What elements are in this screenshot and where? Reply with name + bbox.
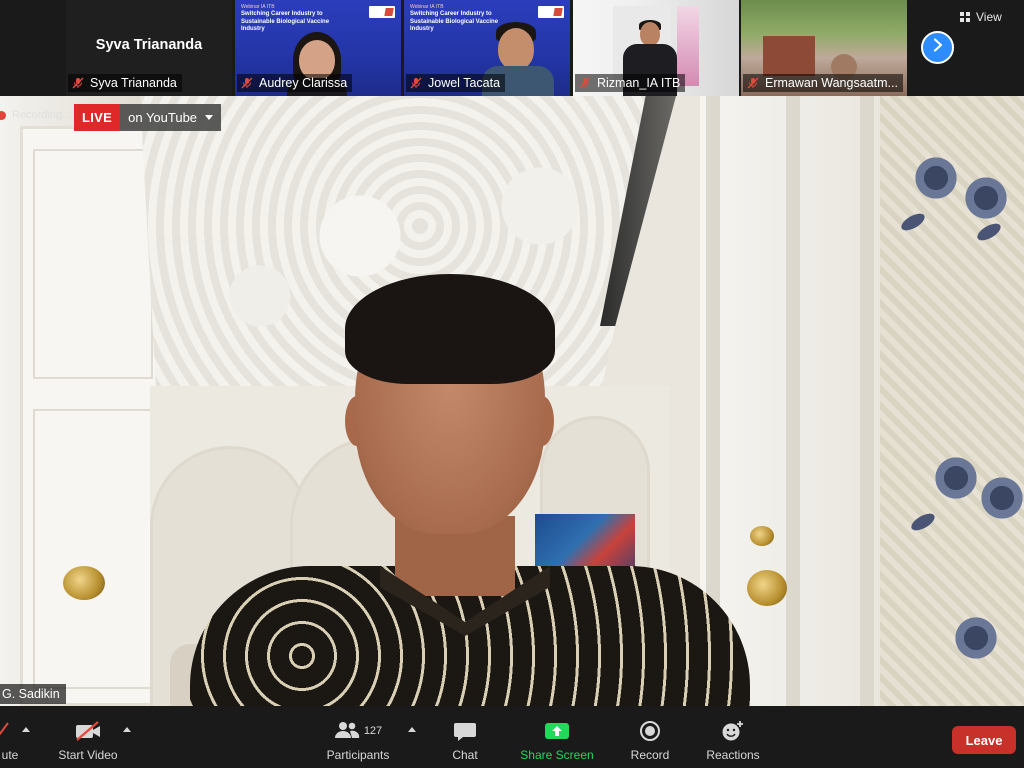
slide-header-text: Webinar IA ITB (410, 4, 444, 10)
mic-muted-icon (0, 720, 20, 742)
mute-label: ute (1, 748, 19, 762)
smiley-plus-icon (721, 720, 745, 742)
start-video-button[interactable]: Start Video (52, 720, 124, 762)
participant-nameplate: Jowel Tacata (406, 74, 506, 92)
mic-muted-icon (579, 77, 591, 89)
meeting-toolbar: ute Start Video 127 Participants Chat Sh… (0, 706, 1024, 768)
mic-muted-icon (747, 77, 759, 89)
participant-tile-audrey[interactable]: Webinar IA ITB Switching Career Industry… (235, 0, 401, 96)
participant-name: Rizman_IA ITB (597, 76, 681, 90)
door-knob (747, 570, 787, 606)
live-stream-indicator[interactable]: LIVE on YouTube (74, 104, 222, 131)
participant-tile-jowel[interactable]: Webinar IA ITB Switching Career Industry… (404, 0, 570, 96)
mic-muted-icon (241, 77, 253, 89)
participants-button[interactable]: 127 Participants (320, 720, 396, 762)
caret-down-icon (205, 115, 214, 120)
stream-target-label: on YouTube (128, 110, 198, 125)
participant-video-brick-wall (763, 36, 815, 76)
active-speaker-nameplate: G. Sadikin (0, 684, 66, 704)
slide-header-text: Webinar IA ITB (241, 4, 275, 10)
reactions-label: Reactions (706, 748, 760, 762)
participant-strip: Syva Triananda Syva Triananda Webinar IA… (0, 0, 1024, 96)
record-icon (639, 720, 661, 742)
participant-nameplate: Audrey Clarissa (237, 74, 353, 92)
mute-options-caret-icon[interactable] (22, 727, 30, 732)
live-badge: LIVE (74, 104, 121, 131)
participant-name: Jowel Tacata (428, 76, 501, 90)
recording-indicator: Recording... (0, 107, 71, 123)
start-video-label: Start Video (58, 748, 118, 762)
mic-muted-icon (410, 77, 422, 89)
participant-big-name: Syva Triananda (95, 37, 203, 53)
itb-logo (369, 6, 395, 18)
door-knob (750, 526, 774, 546)
video-options-caret-icon[interactable] (123, 727, 131, 732)
next-page-button[interactable] (921, 31, 954, 64)
participant-tile-rizman[interactable]: Rizman_IA ITB (573, 0, 739, 96)
share-screen-icon (544, 720, 570, 742)
active-speaker-video (0, 96, 1024, 706)
room-door-right (700, 96, 900, 706)
participant-name: Audrey Clarissa (259, 76, 348, 90)
floral-wallpaper (880, 96, 1024, 706)
chat-label: Chat (452, 748, 478, 762)
recording-label: Recording... (12, 109, 72, 121)
mic-muted-icon (72, 77, 84, 89)
chat-button[interactable]: Chat (446, 720, 484, 762)
record-button[interactable]: Record (628, 720, 672, 762)
room-door-left (20, 126, 165, 706)
record-label: Record (630, 748, 670, 762)
chevron-right-icon (932, 38, 944, 57)
view-button[interactable]: View (960, 7, 1018, 27)
grid-icon (960, 12, 970, 22)
leave-button[interactable]: Leave (952, 726, 1016, 754)
zoom-meeting-window: Syva Triananda Syva Triananda Webinar IA… (0, 0, 1024, 768)
participants-label: Participants (326, 748, 390, 762)
participant-nameplate: Syva Triananda (68, 74, 182, 92)
view-label: View (976, 10, 1002, 24)
chat-bubble-icon (453, 720, 477, 742)
participant-tile-ermawan[interactable]: Ermawan Wangsaatm... (741, 0, 907, 96)
share-screen-label: Share Screen (520, 748, 594, 762)
participants-icon-wrap: 127 (334, 720, 382, 742)
mute-button[interactable]: ute (0, 720, 20, 762)
participant-tile-syva[interactable]: Syva Triananda Syva Triananda (66, 0, 232, 96)
speaker-hair (345, 274, 555, 384)
participant-name: Syva Triananda (90, 76, 177, 90)
record-dot-icon (0, 110, 6, 120)
reactions-button[interactable]: Reactions (702, 720, 764, 762)
participant-nameplate: Rizman_IA ITB (575, 74, 686, 92)
participant-name: Ermawan Wangsaatm... (765, 76, 898, 90)
participants-options-caret-icon[interactable] (408, 727, 416, 732)
stream-target-dropdown[interactable]: on YouTube (120, 104, 222, 131)
participants-count: 127 (363, 725, 383, 737)
door-knob (63, 566, 105, 600)
video-off-icon (74, 720, 102, 742)
participants-icon (334, 720, 360, 743)
participant-nameplate: Ermawan Wangsaatm... (743, 74, 903, 92)
share-screen-button[interactable]: Share Screen (518, 720, 596, 762)
